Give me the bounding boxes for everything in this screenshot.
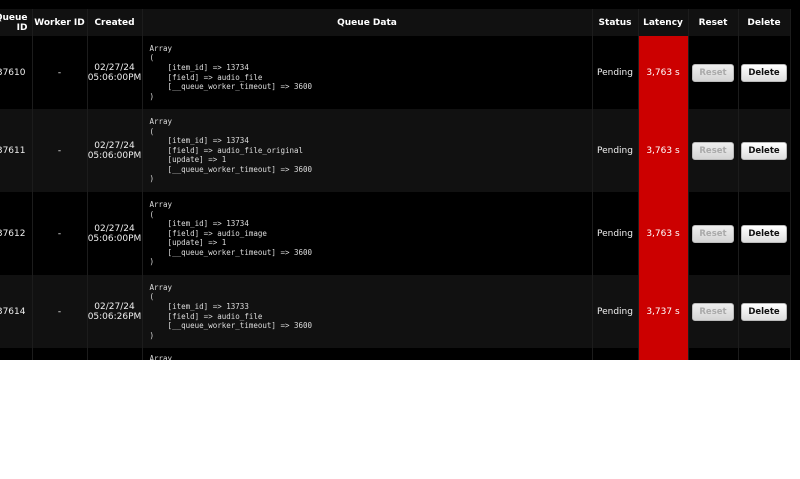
header-delete: Delete (738, 9, 791, 36)
created-time: 05:06:26PM (87, 311, 142, 322)
delete-button[interactable]: Delete (741, 63, 787, 82)
queue-id: 37614 (0, 275, 33, 348)
created-date: 02/27/24 (94, 223, 135, 234)
queue-table: Queue ID Worker ID Created Queue Data St… (0, 9, 791, 360)
reset-cell: Reset (688, 109, 739, 192)
reset-cell: Reset (688, 275, 739, 348)
delete-button[interactable]: Delete (741, 141, 787, 160)
reset-cell: Reset (688, 36, 739, 109)
delete-cell: Delete (738, 109, 791, 192)
queue-data-text: Array ( [item_id] => 13734 [field] => au… (149, 199, 313, 267)
header-reset: Reset (688, 9, 739, 36)
queue-data: Array (142, 348, 593, 360)
delete-cell (738, 348, 791, 360)
created: 02/27/24 05:06:00PM (87, 109, 143, 192)
queue-data: Array ( [item_id] => 13733 [field] => au… (142, 275, 593, 348)
delete-cell: Delete (738, 192, 791, 275)
header-queue-id: Queue ID (0, 9, 33, 36)
reset-button[interactable]: Reset (692, 302, 734, 321)
created-date: 02/27/24 (94, 140, 135, 151)
queue-id: 37611 (0, 109, 33, 192)
status: Pending (592, 192, 639, 275)
table-row: Array (0, 348, 791, 360)
latency: 3,763 s (638, 192, 689, 275)
reset-button[interactable]: Reset (692, 63, 734, 82)
worker-id: - (32, 275, 88, 348)
table-row: 37610 - 02/27/2405:06:00PM Array ( [item… (0, 36, 791, 109)
worker-id (32, 348, 88, 360)
header-queue-data: Queue Data (142, 9, 593, 36)
status: Pending (592, 36, 639, 109)
queue-data-text: Array ( [item_id] => 13733 [field] => au… (149, 282, 313, 340)
header-worker-id: Worker ID (32, 9, 88, 36)
header-latency: Latency (638, 9, 689, 36)
status: Pending (592, 275, 639, 348)
latency (638, 348, 689, 360)
status (592, 348, 639, 360)
latency: 3,763 s (638, 109, 689, 192)
worker-id: - (32, 36, 88, 109)
table-row: 37614 - 02/27/2405:06:26PM Array ( [item… (0, 275, 791, 348)
queue-data-text: Array ( [item_id] => 13734 [field] => au… (149, 43, 313, 101)
reset-cell (688, 348, 739, 360)
status: Pending (592, 109, 639, 192)
created-time: 05:06:00PM (87, 72, 142, 83)
table-row: 37611 - 02/27/2405:06:00PM Array ( [item… (0, 109, 791, 192)
header-status: Status (592, 9, 639, 36)
queue-id: 37612 (0, 192, 33, 275)
queue-data-text: Array ( [item_id] => 13734 [field] => au… (149, 116, 313, 184)
reset-button[interactable]: Reset (692, 141, 734, 160)
reset-button[interactable]: Reset (692, 224, 734, 243)
queue-table-container: Queue ID Worker ID Created Queue Data St… (0, 0, 800, 360)
queue-id (0, 348, 33, 360)
created-date: 02/27/24 (94, 62, 135, 73)
worker-id: - (32, 109, 88, 192)
queue-data-text: Array (149, 354, 173, 360)
worker-id: - (32, 192, 88, 275)
header-created: Created (87, 9, 143, 36)
table-header: Queue ID Worker ID Created Queue Data St… (0, 9, 791, 36)
latency: 3,763 s (638, 36, 689, 109)
created (87, 348, 143, 360)
reset-cell: Reset (688, 192, 739, 275)
delete-button[interactable]: Delete (741, 224, 787, 243)
created-time: 05:06:00PM (87, 233, 142, 244)
queue-data: Array ( [item_id] => 13734 [field] => au… (142, 192, 593, 275)
delete-cell: Delete (738, 36, 791, 109)
created: 02/27/24 05:06:00PM (87, 36, 143, 109)
queue-data: Array ( [item_id] => 13734 [field] => au… (142, 36, 593, 109)
queue-id: 37610 (0, 36, 33, 109)
delete-button[interactable]: Delete (741, 302, 787, 321)
delete-cell: Delete (738, 275, 791, 348)
created-date: 02/27/24 (94, 301, 135, 312)
created: 02/27/24 05:06:26PM (87, 275, 143, 348)
latency: 3,737 s (638, 275, 689, 348)
created: 02/27/24 05:06:00PM (87, 192, 143, 275)
queue-data: Array ( [item_id] => 13734 [field] => au… (142, 109, 593, 192)
table-row: 37612 - 02/27/2405:06:00PM Array ( [item… (0, 192, 791, 275)
created-time: 05:06:00PM (87, 150, 142, 161)
